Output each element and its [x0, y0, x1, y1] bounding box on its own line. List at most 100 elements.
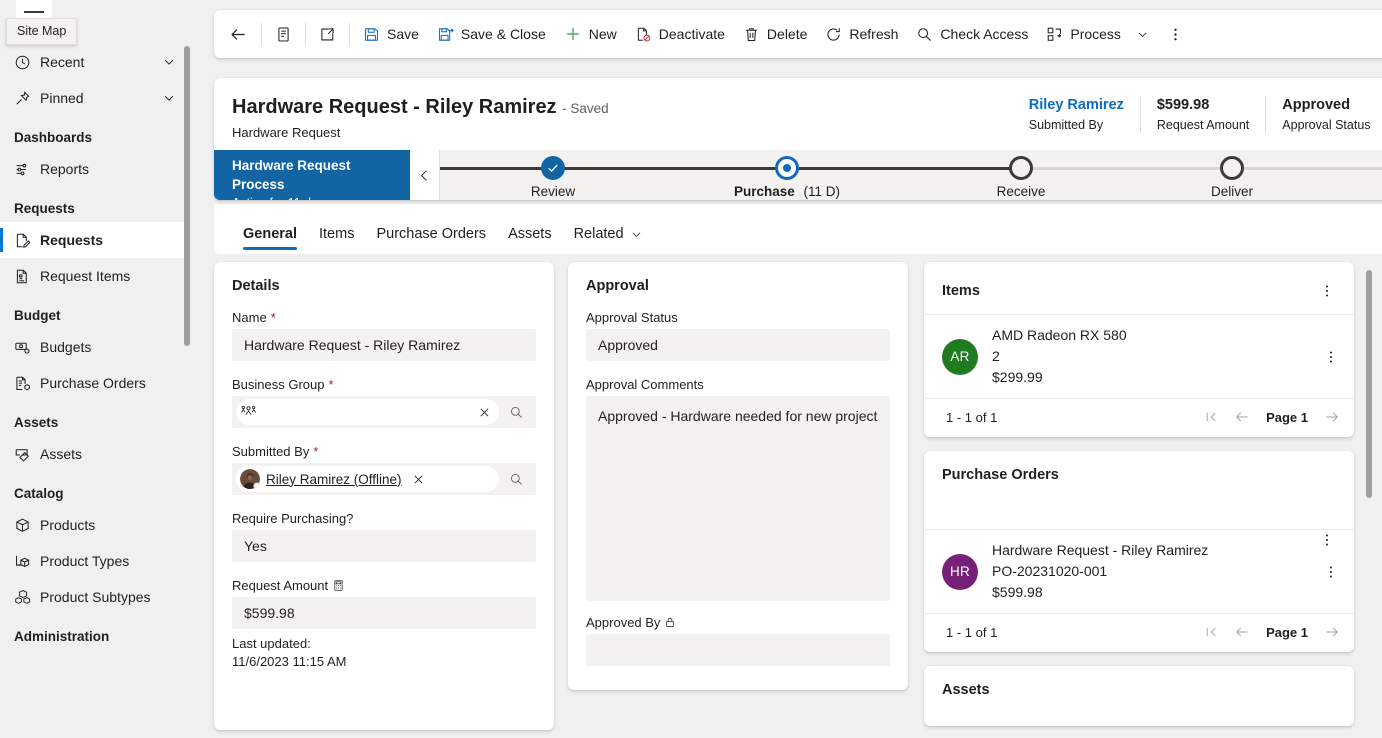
last-updated-label: Last updated: [232, 636, 311, 651]
sidebar-item-products[interactable]: Products [0, 507, 186, 543]
sidebar-group-assets: Assets [14, 415, 59, 430]
page-first-icon[interactable] [1204, 625, 1218, 639]
field-submitted-by: Submitted By * Riley Ramirez (Offline) [214, 444, 554, 495]
tab-general[interactable]: General [232, 226, 308, 254]
chevron-down-icon[interactable] [162, 55, 176, 69]
sidebar-scrollbar[interactable] [184, 46, 190, 346]
sidebar-item-budgets[interactable]: Budgets [0, 329, 186, 365]
item-quantity: 2 [992, 348, 1000, 364]
bpf-stage-deliver[interactable]: Deliver [1162, 150, 1302, 199]
chevron-down-icon[interactable] [1136, 28, 1149, 41]
sidebar-item-pinned[interactable]: Pinned [0, 80, 186, 116]
arrow-right-icon[interactable] [1324, 409, 1340, 425]
form-selector-button[interactable] [266, 16, 301, 52]
po-row-menu-button[interactable] [1318, 559, 1344, 585]
tab-purchase-orders[interactable]: Purchase Orders [365, 226, 497, 254]
approval-status-input[interactable]: Approved [586, 329, 890, 361]
approval-comments-input[interactable]: Approved - Hardware needed for new proje… [586, 396, 890, 601]
site-map-button[interactable] [16, 0, 52, 20]
submitted-by-lookup[interactable]: Riley Ramirez (Offline) [232, 463, 536, 495]
bpf-stage-label-wrap: Purchase (11 D) [717, 184, 857, 199]
delete-button[interactable]: Delete [734, 16, 816, 52]
pin-icon [14, 90, 40, 107]
business-group-pill[interactable] [236, 399, 499, 425]
field-name: Name * Hardware Request - Riley Ramirez [214, 310, 554, 361]
bpf-stage-purchase[interactable]: Purchase (11 D) [717, 150, 857, 199]
tab-assets[interactable]: Assets [497, 226, 563, 254]
subgrid-column: Items AR AMD Radeon RX 580 2 $299.99 1 -… [924, 262, 1354, 726]
arrow-right-icon[interactable] [1324, 624, 1340, 640]
lock-icon [664, 616, 676, 629]
back-button[interactable] [220, 16, 257, 52]
field-label-text: Submitted By [232, 444, 310, 459]
header-field-value[interactable]: Riley Ramirez [1029, 96, 1124, 115]
form-scrollbar[interactable] [1366, 270, 1372, 498]
assets-card-header: Assets [924, 666, 1354, 698]
tab-items[interactable]: Items [308, 226, 365, 254]
search-icon[interactable] [499, 472, 530, 487]
business-group-lookup[interactable] [232, 396, 536, 428]
check-access-button[interactable]: Check Access [907, 16, 1037, 52]
bpf-prev-button[interactable] [410, 150, 440, 200]
process-label: Process [1070, 26, 1121, 42]
sidebar-item-request-items[interactable]: Request Items [0, 258, 186, 294]
bpf-name-block[interactable]: Hardware Request Process Active for 11 d… [214, 150, 410, 200]
header-field-submitted-by: Riley Ramirez Submitted By [1013, 96, 1140, 132]
product-type-icon [14, 553, 40, 570]
approved-by-input[interactable] [586, 634, 890, 666]
bpf-stage-review[interactable]: Review [483, 150, 623, 199]
name-input[interactable]: Hardware Request - Riley Ramirez [232, 329, 536, 361]
sidebar-item-purchase-orders[interactable]: Purchase Orders [0, 365, 186, 401]
search-icon[interactable] [499, 405, 530, 420]
request-amount-input[interactable]: $599.98 [232, 597, 536, 629]
check-access-label: Check Access [940, 26, 1029, 42]
sidebar-item-product-types[interactable]: Product Types [0, 543, 186, 579]
bpf-stage-label: Receive [996, 184, 1046, 199]
process-button[interactable]: Process [1037, 16, 1158, 52]
sidebar-item-assets[interactable]: Assets [0, 436, 186, 472]
sidebar-item-requests[interactable]: Requests [0, 222, 186, 258]
refresh-button[interactable]: Refresh [816, 16, 907, 52]
close-icon[interactable] [478, 406, 491, 419]
sidebar-item-label: Purchase Orders [40, 375, 146, 391]
deactivate-button[interactable]: Deactivate [626, 16, 734, 52]
more-icon [1167, 26, 1184, 43]
request-icon [14, 232, 40, 249]
purchase-orders-card-menu-button[interactable] [1314, 527, 1340, 553]
require-purchasing-input[interactable]: Yes [232, 530, 536, 562]
sidebar-item-label: Recent [40, 54, 85, 70]
sidebar-nav-list: Recent Pinned Dashboards Reports Request… [0, 44, 186, 650]
arrow-left-icon[interactable] [1234, 409, 1250, 425]
close-icon[interactable] [412, 473, 425, 486]
sidebar-item-label: Product Subtypes [40, 589, 151, 605]
approval-panel: Approval Approval Status Approved Approv… [568, 262, 908, 690]
bpf-stage-receive[interactable]: Receive [951, 150, 1091, 199]
save-button[interactable]: Save [354, 16, 428, 52]
field-label: Submitted By * [232, 444, 536, 459]
record-header: Hardware Request - Riley Ramirez - Saved… [214, 78, 1382, 200]
items-card-menu-button[interactable] [1314, 278, 1340, 304]
popout-button[interactable] [310, 16, 345, 52]
sidebar-item-reports[interactable]: Reports [0, 151, 186, 187]
new-button[interactable]: New [555, 16, 626, 52]
item-avatar: AR [942, 338, 978, 375]
record-title-text: Hardware Request - Riley Ramirez [232, 96, 557, 118]
bpf-stage-label: Deliver [1210, 184, 1253, 199]
deactivate-icon [635, 26, 652, 43]
submitted-by-pill[interactable]: Riley Ramirez (Offline) [236, 466, 499, 492]
deactivate-label: Deactivate [658, 26, 725, 42]
sidebar-item-recent[interactable]: Recent [0, 44, 186, 80]
save-and-close-button[interactable]: Save & Close [428, 16, 555, 52]
overflow-menu-button[interactable] [1158, 16, 1193, 52]
table-row[interactable]: AR AMD Radeon RX 580 2 $299.99 [924, 315, 1354, 399]
chevron-down-icon[interactable] [630, 228, 643, 241]
chevron-down-icon[interactable] [162, 91, 176, 105]
sidebar-item-product-subtypes[interactable]: Product Subtypes [0, 579, 186, 615]
table-row[interactable]: HR Hardware Request - Riley Ramirez PO-2… [924, 530, 1354, 614]
arrow-left-icon[interactable] [1234, 624, 1250, 640]
purchase-orders-card-header: Purchase Orders [924, 451, 1354, 483]
business-process-flow: Hardware Request Process Active for 11 d… [214, 150, 1382, 200]
item-row-menu-button[interactable] [1318, 344, 1344, 370]
page-first-icon[interactable] [1204, 410, 1218, 424]
tab-related[interactable]: Related [563, 226, 654, 254]
